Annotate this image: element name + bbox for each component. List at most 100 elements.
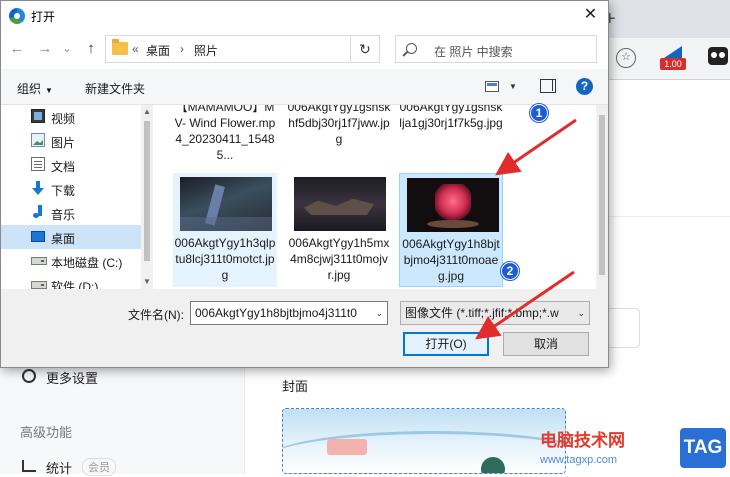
sidebar-item-label: 软件 (D:) — [51, 280, 99, 289]
desktop-icon — [31, 231, 45, 242]
sidebar-item-drive-d[interactable]: 软件 (D:) — [1, 273, 141, 289]
navigation-bar: ← → ⌄ ↑ « 桌面 › 照片 ⌄ ↻ 在 照片 中搜索 — [1, 31, 608, 69]
drive-icon — [31, 281, 47, 289]
vip-badge: 会员 — [82, 458, 116, 476]
watermark-url: www.tagxp.com — [540, 454, 618, 466]
close-button[interactable]: ✕ — [573, 1, 608, 31]
file-list-scroll-thumb[interactable] — [599, 115, 605, 275]
breadcrumb-separator: › — [180, 42, 184, 56]
breadcrumb-desktop[interactable]: 桌面 — [146, 42, 170, 59]
sidebar-item-label: 桌面 — [51, 232, 76, 246]
command-toolbar: 组织 ▼ 新建文件夹 ▼ ? — [1, 69, 608, 105]
search-box[interactable]: 在 照片 中搜索 — [395, 35, 597, 63]
file-item[interactable]: 【MAMAMOO】MV- Wind Flower.mp4_20230411_15… — [173, 105, 277, 167]
open-button[interactable]: 打开(O) — [403, 332, 489, 356]
preview-pane-icon[interactable] — [540, 79, 556, 93]
filename-value: 006AkgtYgy1h8bjtbjmo4j311t0 — [195, 306, 357, 320]
file-name: 006AkgtYgy1h5mx4m8cjwj311t0mojvr.jpg — [288, 236, 390, 282]
scroll-up-icon[interactable]: ▲ — [143, 107, 151, 116]
file-item-selected[interactable]: 006AkgtYgy1h8bjtbjmo4j311t0moaeg.jpg — [399, 173, 503, 287]
breadcrumb-photos[interactable]: 照片 — [194, 42, 218, 59]
sidebar-item-label: 音乐 — [51, 208, 76, 222]
cover-dot — [481, 457, 505, 473]
forward-button[interactable]: → — [35, 40, 55, 57]
file-item[interactable]: 006AkgtYgy1gsnskhf5dbj30rj1f7jww.jpg — [287, 105, 391, 153]
owl-extension-icon[interactable] — [708, 47, 728, 65]
scroll-down-icon[interactable]: ▼ — [143, 277, 151, 286]
divider — [608, 216, 730, 217]
extension-badge: 1.00 — [660, 58, 686, 70]
sidebar-item-label: 图片 — [51, 136, 76, 150]
cover-upload-area[interactable] — [282, 408, 566, 474]
file-name: 006AkgtYgy1h3qlptu8lcj311t0motct.jpg — [174, 236, 276, 282]
watermark: 电脑技术网 www.tagxp.com TAG — [540, 426, 730, 474]
file-name: 006AkgtYgy1h8bjtbjmo4j311t0moaeg.jpg — [402, 237, 500, 283]
sidebar-item-music[interactable]: 音乐 — [1, 201, 141, 225]
file-name: 006AkgtYgy1gsnskhf5dbj30rj1f7jww.jpg — [287, 105, 391, 146]
file-item[interactable]: 006AkgtYgy1h5mx4m8cjwj311t0mojvr.jpg — [287, 173, 391, 287]
download-icon — [31, 181, 45, 195]
address-bar[interactable]: « 桌面 › 照片 ⌄ — [105, 35, 436, 63]
refresh-button[interactable]: ↻ — [350, 35, 380, 63]
sidebar-scrollbar[interactable]: ▲ ▼ — [141, 105, 153, 289]
sidebar-item-label: 文档 — [51, 160, 76, 174]
search-icon — [406, 43, 417, 54]
sidebar-item-downloads[interactable]: 下载 — [1, 177, 141, 201]
watermark-text: 电脑技术网 — [540, 431, 625, 450]
cover-red-block — [327, 439, 367, 455]
file-item[interactable]: 006AkgtYgy1gsnsklja1gj30rj1f7k5g.jpg — [399, 105, 503, 153]
back-button[interactable]: ← — [7, 40, 27, 57]
recent-locations-button[interactable]: ⌄ — [57, 42, 77, 55]
flag-icon — [664, 46, 682, 58]
picture-icon — [31, 133, 45, 147]
dialog-titlebar[interactable]: 打开 ✕ — [1, 1, 608, 31]
sidebar-item-label: 视频 — [51, 112, 76, 126]
caret-down-icon: ▼ — [45, 86, 53, 95]
organize-label: 组织 — [17, 82, 42, 96]
file-thumbnail — [407, 178, 499, 232]
folder-icon — [112, 39, 128, 55]
organize-menu[interactable]: 组织 ▼ — [17, 80, 53, 97]
more-settings-link[interactable]: 更多设置 — [46, 368, 98, 387]
drive-icon — [31, 257, 47, 265]
music-icon — [31, 205, 45, 219]
favorite-icon[interactable]: ☆ — [616, 48, 636, 68]
filetype-select[interactable]: 图像文件 (*.tiff;*.jfif;*.bmp;*.w ⌄ — [400, 301, 590, 325]
sidebar-item-documents[interactable]: 文档 — [1, 153, 141, 177]
sidebar-item-desktop[interactable]: 桌面 — [1, 225, 141, 249]
step-2-badge: 2 — [501, 262, 519, 280]
extension-icon[interactable]: 1.00 — [660, 46, 686, 72]
file-thumbnail — [180, 177, 272, 231]
file-name: 【MAMAMOO】MV- Wind Flower.mp4_20230411_15… — [174, 105, 276, 162]
cover-label: 封面 — [282, 379, 309, 394]
up-folder-button[interactable]: ↑ — [81, 40, 101, 57]
chevron-down-icon[interactable]: ⌄ — [577, 302, 585, 324]
sidebar-item-videos[interactable]: 视频 — [1, 105, 141, 129]
sidebar-item-drive-c[interactable]: 本地磁盘 (C:) — [1, 249, 141, 273]
sidebar-item-pictures[interactable]: 图片 — [1, 129, 141, 153]
cancel-button[interactable]: 取消 — [503, 332, 589, 356]
stats-link[interactable]: 统计 — [46, 458, 72, 477]
help-icon[interactable]: ? — [576, 78, 593, 95]
view-mode-icon[interactable] — [485, 81, 499, 92]
settings-sidebar — [0, 350, 245, 474]
search-input[interactable]: 在 照片 中搜索 — [434, 43, 513, 60]
file-name: 006AkgtYgy1gsnsklja1gj30rj1f7k5g.jpg — [399, 105, 503, 130]
gear-icon — [22, 369, 36, 383]
cover-wave — [283, 431, 565, 473]
filename-label: 文件名(N): — [128, 308, 184, 322]
file-list-scrollbar[interactable] — [596, 105, 608, 289]
new-folder-button[interactable]: 新建文件夹 — [85, 80, 145, 97]
filename-field[interactable]: 006AkgtYgy1h8bjtbjmo4j311t0 ⌄ — [190, 301, 388, 325]
open-file-dialog: 打开 ✕ ← → ⌄ ↑ « 桌面 › 照片 ⌄ ↻ 在 照片 中搜索 组织▼ … — [0, 0, 609, 368]
view-caret-icon[interactable]: ▼ — [509, 82, 517, 91]
stats-icon — [22, 460, 36, 472]
dialog-footer: 文件名(N): 006AkgtYgy1h8bjtbjmo4j311t0 ⌄ 图像… — [1, 289, 608, 367]
dialog-title: 打开 — [31, 10, 56, 24]
document-icon — [31, 157, 45, 171]
browser-logo-icon — [9, 8, 25, 24]
sidebar-scroll-thumb[interactable] — [144, 121, 150, 261]
breadcrumb-overflow[interactable]: « — [132, 42, 139, 56]
file-item[interactable]: 006AkgtYgy1h3qlptu8lcj311t0motct.jpg — [173, 173, 277, 287]
chevron-down-icon[interactable]: ⌄ — [375, 302, 383, 324]
